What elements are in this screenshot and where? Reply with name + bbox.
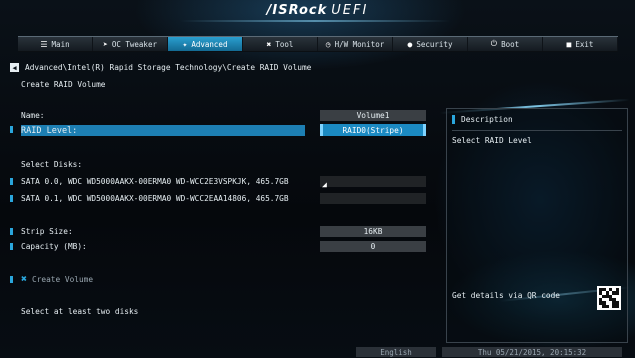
back-arrow-icon[interactable]: ◀	[10, 63, 19, 72]
name-label: Name:	[21, 111, 45, 120]
disk1-label: SATA 0.0, WDC WD5000AAKX-00ERMA0 WD-WCC2…	[21, 177, 289, 186]
capacity-label: Capacity (MB):	[21, 242, 87, 251]
main-tab-bar: ☰ Main ➤ OC Tweaker ✦ Advanced ✖ Tool ◷ …	[18, 36, 618, 52]
create-volume-row[interactable]: ✖ Create Volume	[10, 274, 93, 285]
tab-label: Advanced	[191, 39, 228, 49]
disk2-toggle[interactable]	[320, 193, 426, 204]
raid-level-label: RAID Level:	[21, 125, 78, 136]
status-message: Select at least two disks	[21, 307, 139, 316]
raid-level-row[interactable]: RAID Level:	[21, 125, 305, 136]
tab-tool[interactable]: ✖ Tool	[243, 37, 318, 51]
language-button[interactable]: English	[356, 347, 436, 357]
power-icon: ⏻	[490, 39, 498, 48]
disk1-row[interactable]: SATA 0.0, WDC WD5000AAKX-00ERMA0 WD-WCC2…	[10, 177, 289, 186]
disk2-label: SATA 0.1, WDC WD5000AAKX-00ERMA0 WD-WCC2…	[21, 194, 289, 203]
product-name: UEFI	[331, 3, 369, 18]
raid-level-bullet	[10, 126, 21, 133]
tab-hw-monitor[interactable]: ◷ H/W Monitor	[318, 37, 393, 51]
star-icon: ✦	[182, 39, 188, 49]
tab-advanced[interactable]: ✦ Advanced	[168, 37, 243, 51]
description-header: Description	[446, 114, 624, 125]
tab-boot[interactable]: ⏻ Boot	[468, 37, 543, 51]
select-disks-label: Select Disks:	[21, 160, 83, 169]
item-bullet	[10, 228, 13, 235]
description-marker	[452, 115, 455, 124]
qr-code-icon	[597, 286, 621, 310]
item-bullet	[10, 126, 13, 133]
tab-label: OC Tweaker	[111, 39, 157, 49]
create-volume-label: Create Volume	[32, 275, 94, 284]
tab-label: Tool	[275, 39, 294, 49]
brand-name: /ISRock	[266, 3, 328, 18]
tab-main[interactable]: ☰ Main	[18, 37, 93, 51]
tab-label: Boot	[501, 39, 520, 49]
description-title: Description	[461, 115, 513, 124]
page-title: Create RAID Volume	[21, 80, 106, 89]
tab-label: Security	[416, 39, 453, 49]
tab-label: Main	[51, 39, 70, 49]
tool-icon: ✖	[266, 39, 272, 49]
tab-security[interactable]: ● Security	[393, 37, 468, 51]
capacity-row[interactable]: Capacity (MB):	[10, 242, 87, 251]
tool-icon: ✖	[21, 274, 28, 285]
monitor-icon: ◷	[325, 39, 331, 49]
list-icon: ☰	[40, 39, 48, 49]
strip-size-row[interactable]: Strip Size:	[10, 227, 73, 236]
strip-size-select[interactable]: 16KB	[320, 226, 426, 237]
tab-exit[interactable]: ■ Exit	[543, 37, 618, 51]
description-divider	[452, 130, 622, 131]
strip-size-label: Strip Size:	[21, 227, 73, 236]
tab-oc-tweaker[interactable]: ➤ OC Tweaker	[93, 37, 168, 51]
brand-logo: /ISRock UEFI	[0, 3, 635, 18]
tab-label: Exit	[575, 39, 594, 49]
raid-level-select[interactable]: RAID0(Stripe)	[320, 124, 426, 136]
name-row: Name:	[10, 111, 44, 120]
disk2-row[interactable]: SATA 0.1, WDC WD5000AAKX-00ERMA0 WD-WCC2…	[10, 194, 289, 203]
top-bar: /ISRock UEFI	[0, 0, 635, 34]
breadcrumb-path: Advanced\Intel(R) Rapid Storage Technolo…	[25, 63, 312, 72]
item-bullet	[10, 243, 13, 250]
breadcrumb: ◀ Advanced\Intel(R) Rapid Storage Techno…	[10, 63, 311, 72]
disk1-toggle[interactable]	[320, 176, 426, 187]
exit-icon: ■	[566, 39, 572, 49]
rocket-icon: ➤	[103, 39, 108, 49]
datetime-display: Thu 05/21/2015, 20:15:32	[442, 347, 622, 357]
qr-label: Get details via QR code	[452, 291, 560, 300]
name-field[interactable]: Volume1	[320, 110, 426, 121]
select-disks-row: Select Disks:	[10, 160, 82, 169]
shield-icon: ●	[407, 39, 413, 49]
item-bullet	[10, 195, 13, 202]
item-bullet	[10, 276, 13, 283]
mouse-cursor-icon: ◢	[322, 180, 327, 189]
tab-label: H/W Monitor	[334, 39, 385, 49]
capacity-field[interactable]: 0	[320, 241, 426, 252]
description-text: Select RAID Level	[452, 136, 532, 145]
item-bullet	[10, 178, 13, 185]
